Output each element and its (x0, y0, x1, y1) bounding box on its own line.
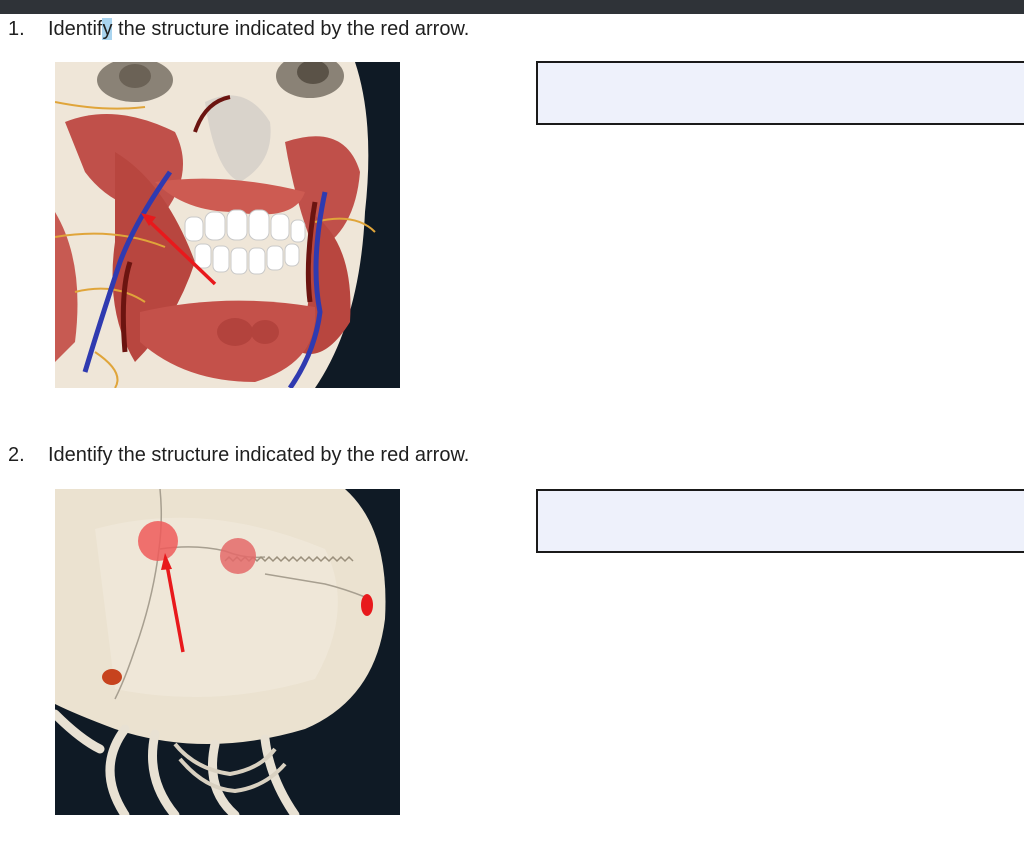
facial-muscles-anatomy-image (55, 62, 400, 388)
answer-field[interactable] (536, 489, 1024, 553)
skull-sutures-anatomy-image (55, 489, 400, 815)
skull-anatomy-image (55, 489, 400, 815)
question-1: 1. Identify the structure indicated by th… (0, 14, 1024, 434)
question-2-text-part: Identify the structure indicated by the … (48, 444, 470, 466)
question-2-text: Identify the structure indicated by the … (48, 442, 469, 468)
question-2: 2. Identify the structure indicated by th… (0, 440, 1024, 860)
text-selection-highlight[interactable]: y (102, 18, 113, 40)
answer-field[interactable] (536, 61, 1024, 125)
question-1-text-part: the structure indicated by the red arrow… (112, 18, 470, 40)
question-2-number: 2. (8, 444, 25, 466)
question-1-text-part: Identif (48, 18, 103, 40)
facial-anatomy-image (55, 62, 400, 388)
question-2-prompt: 2. Identify the structure indicated by th… (8, 442, 469, 468)
question-1-prompt: 1. Identify the structure indicated by th… (8, 16, 469, 42)
question-1-number: 1. (8, 18, 25, 40)
question-1-text: Identify the structure indicated by the … (48, 16, 469, 42)
window-top-bar (0, 0, 1024, 14)
